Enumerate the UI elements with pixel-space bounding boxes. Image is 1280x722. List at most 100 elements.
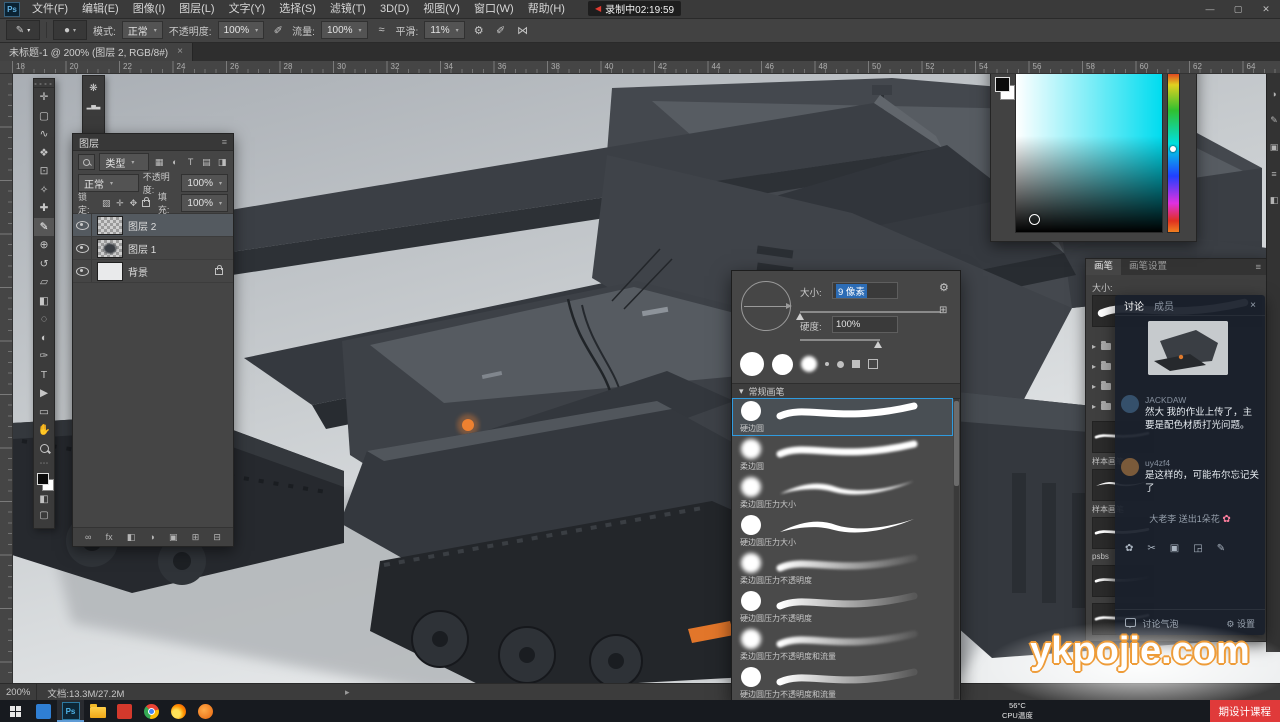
avatar[interactable] <box>1121 458 1139 476</box>
layer-row[interactable]: 图层 2 <box>73 214 233 237</box>
layer-opacity-select[interactable]: 100% ▾ <box>181 174 228 192</box>
brush-preset-item[interactable]: 硬边圆压力大小 <box>732 512 953 550</box>
pressure-size-icon[interactable]: ✐ <box>493 24 509 37</box>
panel-menu-icon[interactable]: ≡ <box>1249 262 1267 273</box>
layer-mask-icon[interactable]: ◧ <box>127 532 136 543</box>
avatar[interactable] <box>1121 395 1139 413</box>
blend-mode-select[interactable]: 正常 ▾ <box>122 21 163 39</box>
visibility-toggle[interactable] <box>73 214 92 236</box>
dock-icon-adjustments[interactable]: ◑ <box>1271 89 1276 99</box>
filter-adjustment-icon[interactable]: ◐ <box>169 157 181 167</box>
taskbar-app-chrome[interactable] <box>138 700 165 722</box>
eraser-tool[interactable]: ▱ <box>34 273 54 292</box>
tab-brush-settings[interactable]: 画笔设置 <box>1121 259 1175 275</box>
chat-settings-button[interactable]: ⚙ 设置 <box>1226 617 1255 630</box>
dock-icon-channels[interactable]: ◧ <box>1270 195 1279 206</box>
pen-tool[interactable]: ✑ <box>34 347 54 366</box>
delete-layer-icon[interactable]: ⊟ <box>213 532 221 543</box>
eyedropper-tool[interactable]: ✧ <box>34 181 54 200</box>
dock-icon-history[interactable]: ✎ <box>1270 115 1278 126</box>
menu-item-8[interactable]: 视图(V) <box>416 0 467 18</box>
brush-preset-item[interactable]: 柔边圆压力大小 <box>732 474 953 512</box>
lock-pixels-icon[interactable]: ✛ <box>115 198 125 209</box>
layer-filter-select[interactable]: 类型 ▾ <box>99 153 149 171</box>
scrollbar[interactable] <box>954 399 959 699</box>
recording-indicator[interactable]: ◀ 录制中02:19:59 <box>588 1 681 16</box>
taskbar-app-orange[interactable] <box>192 700 219 722</box>
visibility-toggle[interactable] <box>73 260 92 282</box>
layer-thumbnail[interactable] <box>97 216 123 235</box>
gradient-tool[interactable]: ◧ <box>34 292 54 311</box>
brush-hardness-slider[interactable] <box>800 339 880 341</box>
visibility-toggle[interactable] <box>73 237 92 259</box>
move-tool[interactable]: ✛ <box>34 88 54 107</box>
layer-thumbnail[interactable] <box>97 262 123 281</box>
zoom-tool[interactable] <box>34 440 54 459</box>
start-button[interactable] <box>0 700 30 722</box>
quick-select-tool[interactable]: ❖ <box>34 144 54 163</box>
opacity-select[interactable]: 100% ▾ <box>218 21 265 39</box>
brush-preset-item[interactable]: 柔边圆压力不透明度和流量 <box>732 626 953 664</box>
panel-menu-icon[interactable]: ≡ <box>222 137 227 147</box>
maximize-button[interactable]: ▢ <box>1224 0 1252 18</box>
recent-brush-thumb[interactable] <box>852 360 860 368</box>
tab-close-icon[interactable]: × <box>177 46 183 57</box>
tab-discussion[interactable]: 讨论 <box>1124 298 1144 313</box>
filter-type-icon[interactable]: T <box>185 157 197 167</box>
layer-thumbnail[interactable] <box>97 239 123 258</box>
color-cursor[interactable] <box>1029 214 1040 225</box>
discussion-bubbles-toggle[interactable]: 讨论气泡 <box>1125 617 1179 630</box>
marquee-tool[interactable]: ▢ <box>34 107 54 126</box>
path-select-tool[interactable]: ▶ <box>34 384 54 403</box>
brush-tool[interactable]: ✎ <box>34 218 54 237</box>
dock-icon-libraries[interactable]: ▣ <box>1270 142 1279 153</box>
status-caret-icon[interactable]: ▸ <box>345 687 350 698</box>
filter-pixel-icon[interactable]: ▦ <box>153 157 165 168</box>
image-icon[interactable]: ▣ <box>1170 543 1179 554</box>
close-button[interactable]: ✕ <box>1252 0 1280 18</box>
foreground-color-swatch[interactable] <box>37 473 49 485</box>
saturation-brightness-field[interactable] <box>1015 71 1163 233</box>
taskbar-app-explorer[interactable] <box>84 700 111 722</box>
smoothing-select[interactable]: 11% ▾ <box>424 21 464 39</box>
layer-fill-select[interactable]: 100% ▾ <box>181 194 228 212</box>
taskbar-app-red[interactable] <box>111 700 138 722</box>
screen-mode-button[interactable]: ▢ <box>34 508 54 524</box>
layer-row[interactable]: 图层 1 <box>73 237 233 260</box>
pressure-opacity-icon[interactable]: ✐ <box>270 24 286 37</box>
brush-settings-icon[interactable]: ❋ <box>89 84 97 94</box>
heal-tool[interactable]: ✚ <box>34 199 54 218</box>
shape-tool[interactable]: ▭ <box>34 403 54 422</box>
menu-item-4[interactable]: 文字(Y) <box>222 0 273 18</box>
lock-transparent-icon[interactable]: ▨ <box>102 198 112 209</box>
quick-mask-button[interactable]: ◧ <box>34 492 54 508</box>
send-flower-icon[interactable]: ✿ <box>1125 543 1133 554</box>
dock-icon-properties[interactable]: ≡ <box>1271 169 1276 179</box>
brush-group-header[interactable]: ▾ 常规画笔 <box>732 383 960 399</box>
tool-preset-picker[interactable]: ✎ ▾ <box>6 20 40 40</box>
recent-brush-thumb[interactable] <box>825 362 829 366</box>
brush-preset-item[interactable]: 硬边圆压力不透明度 <box>732 588 953 626</box>
new-layer-icon[interactable]: ⊞ <box>192 532 200 543</box>
menu-item-1[interactable]: 编辑(E) <box>75 0 126 18</box>
brush-preset-item[interactable]: 硬边圆压力不透明度和流量 <box>732 664 953 701</box>
toolbar-grip[interactable] <box>34 79 54 88</box>
tab-members[interactable]: 成员 <box>1154 298 1174 313</box>
adjustment-layer-icon[interactable]: ◑ <box>149 532 154 542</box>
brush-angle-control[interactable] <box>741 281 791 331</box>
brush-preset-item[interactable]: 硬边圆 <box>732 398 953 436</box>
blur-tool[interactable]: ◌ <box>34 310 54 329</box>
lasso-tool[interactable]: ∿ <box>34 125 54 144</box>
filter-group-icon[interactable]: ▤ <box>201 157 213 168</box>
brush-preset-dropdown[interactable]: ● ▾ <box>53 20 87 40</box>
type-tool[interactable]: T <box>34 366 54 385</box>
taskbar-app-blue[interactable] <box>30 700 57 722</box>
airbrush-icon[interactable]: ≈ <box>374 24 390 36</box>
recent-brush-thumb[interactable] <box>740 352 764 376</box>
scissors-icon[interactable]: ✂ <box>1147 543 1155 554</box>
smoothing-gear-icon[interactable]: ⚙ <box>471 24 487 37</box>
menu-item-9[interactable]: 窗口(W) <box>467 0 521 18</box>
gear-icon[interactable]: ⚙ <box>939 281 949 294</box>
tab-brushes[interactable]: 画笔 <box>1086 259 1121 275</box>
brush-size-input[interactable]: 9 像素 <box>832 282 898 299</box>
